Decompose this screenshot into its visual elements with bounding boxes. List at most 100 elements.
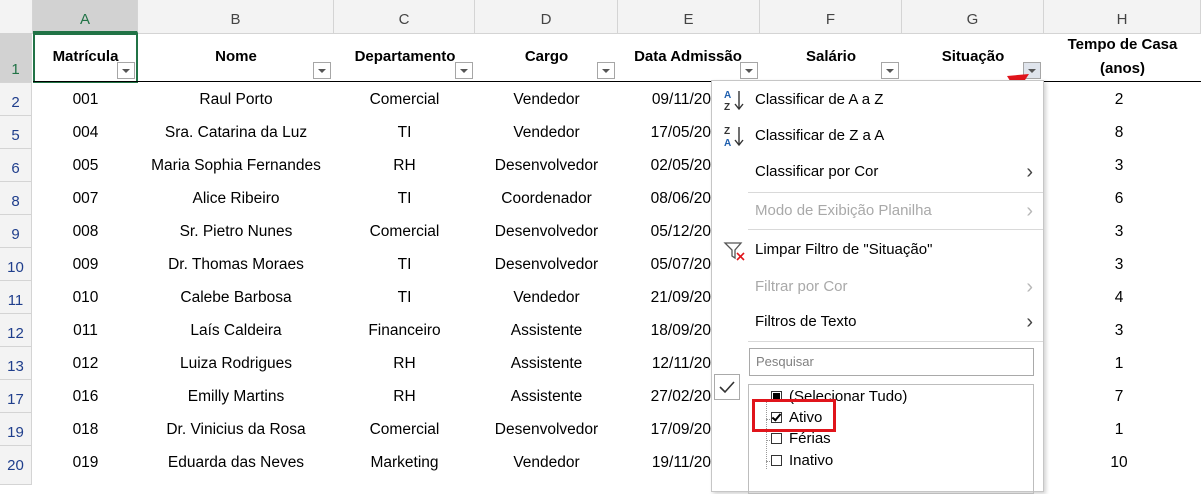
cell-tempo[interactable]: 8	[1044, 116, 1194, 149]
filter-dropdown-button[interactable]	[881, 62, 899, 79]
cell-tempo[interactable]: 4	[1044, 281, 1194, 314]
cell-matricula[interactable]: 010	[33, 281, 138, 314]
cell-cargo[interactable]: Assistente	[475, 314, 618, 347]
row-header[interactable]: 13	[0, 347, 32, 380]
cell-data-admissao[interactable]: 05/12/20	[618, 215, 711, 248]
cell-departamento[interactable]: RH	[334, 149, 475, 182]
cell-data-admissao[interactable]: 08/06/20	[618, 182, 711, 215]
column-header-f[interactable]: F	[760, 0, 902, 33]
cell-cargo[interactable]: Desenvolvedor	[475, 215, 618, 248]
cell-departamento[interactable]: RH	[334, 347, 475, 380]
cell-cargo[interactable]: Vendedor	[475, 116, 618, 149]
cell-nome[interactable]: Eduarda das Neves	[138, 446, 334, 479]
cell-tempo[interactable]: 2	[1044, 83, 1194, 116]
cell-data-admissao[interactable]: 02/05/20	[618, 149, 711, 182]
filter-dropdown-button[interactable]	[740, 62, 758, 79]
filter-dropdown-button[interactable]	[455, 62, 473, 79]
cell-nome[interactable]: Dr. Vinicius da Rosa	[138, 413, 334, 446]
cell-nome[interactable]: Calebe Barbosa	[138, 281, 334, 314]
cell-nome[interactable]: Luiza Rodrigues	[138, 347, 334, 380]
cell-cargo[interactable]: Assistente	[475, 347, 618, 380]
cell-nome[interactable]: Raul Porto	[138, 83, 334, 116]
header-tempo-line1[interactable]: Tempo de Casa	[1044, 36, 1201, 53]
list-item-ferias[interactable]: Férias	[771, 429, 831, 449]
row-header[interactable]: 17	[0, 380, 32, 413]
cell-nome[interactable]: Alice Ribeiro	[138, 182, 334, 215]
row-header[interactable]: 5	[0, 116, 32, 149]
column-header-a[interactable]: A	[33, 0, 138, 33]
cell-departamento[interactable]: Comercial	[334, 215, 475, 248]
menu-sort-a-z[interactable]: A Z Classificar de A a Z	[712, 82, 1043, 118]
cell-cargo[interactable]: Desenvolvedor	[475, 248, 618, 281]
cell-data-admissao[interactable]: 27/02/20	[618, 380, 711, 413]
cell-cargo[interactable]: Vendedor	[475, 281, 618, 314]
column-header-b[interactable]: B	[138, 0, 334, 33]
row-header[interactable]: 10	[0, 248, 32, 281]
cell-tempo[interactable]: 7	[1044, 380, 1194, 413]
filter-dropdown-button[interactable]	[117, 62, 135, 79]
checkbox-unchecked[interactable]	[771, 455, 782, 466]
cell-data-admissao[interactable]: 05/07/20	[618, 248, 711, 281]
row-header[interactable]: 9	[0, 215, 32, 248]
cell-nome[interactable]: Emilly Martins	[138, 380, 334, 413]
menu-clear-filter[interactable]: Limpar Filtro de "Situação"	[712, 232, 1043, 268]
row-header[interactable]: 20	[0, 446, 32, 485]
apply-check-box[interactable]	[714, 374, 740, 400]
row-header[interactable]: 2	[0, 83, 32, 116]
column-header-c[interactable]: C	[334, 0, 475, 33]
cell-matricula[interactable]: 011	[33, 314, 138, 347]
cell-nome[interactable]: Dr. Thomas Moraes	[138, 248, 334, 281]
menu-sort-z-a[interactable]: Z A Classificar de Z a A	[712, 118, 1043, 154]
cell-departamento[interactable]: Marketing	[334, 446, 475, 479]
cell-tempo[interactable]: 1	[1044, 347, 1194, 380]
cell-tempo[interactable]: 3	[1044, 314, 1194, 347]
cell-cargo[interactable]: Coordenador	[475, 182, 618, 215]
row-header[interactable]: 8	[0, 182, 32, 215]
cell-data-admissao[interactable]: 09/11/20	[618, 83, 711, 116]
cell-data-admissao[interactable]: 18/09/20	[618, 314, 711, 347]
cell-data-admissao[interactable]: 17/05/20	[618, 116, 711, 149]
cell-matricula[interactable]: 018	[33, 413, 138, 446]
list-item-inativo[interactable]: Inativo	[771, 451, 833, 471]
header-nome[interactable]: Nome	[138, 48, 334, 65]
cell-data-admissao[interactable]: 21/09/20	[618, 281, 711, 314]
column-header-g[interactable]: G	[902, 0, 1044, 33]
cell-cargo[interactable]: Assistente	[475, 380, 618, 413]
cell-nome[interactable]: Laís Caldeira	[138, 314, 334, 347]
row-header[interactable]: 1	[0, 33, 32, 83]
header-data-admissao[interactable]: Data Admissão	[624, 48, 752, 65]
header-departamento[interactable]: Departamento	[340, 48, 470, 65]
row-header[interactable]: 11	[0, 281, 32, 314]
cell-cargo[interactable]: Vendedor	[475, 83, 618, 116]
cell-matricula[interactable]: 008	[33, 215, 138, 248]
cell-matricula[interactable]: 009	[33, 248, 138, 281]
row-header[interactable]: 6	[0, 149, 32, 182]
cell-cargo[interactable]: Desenvolvedor	[475, 413, 618, 446]
cell-data-admissao[interactable]: 12/11/20	[618, 347, 711, 380]
cell-tempo[interactable]: 3	[1044, 149, 1194, 182]
cell-nome[interactable]: Sra. Catarina da Luz	[138, 116, 334, 149]
cell-tempo[interactable]: 6	[1044, 182, 1194, 215]
cell-departamento[interactable]: Financeiro	[334, 314, 475, 347]
menu-text-filters[interactable]: Filtros de Texto ›	[712, 304, 1043, 340]
cell-matricula[interactable]: 016	[33, 380, 138, 413]
select-all-corner[interactable]	[0, 0, 33, 33]
cell-tempo[interactable]: 3	[1044, 215, 1194, 248]
cell-data-admissao[interactable]: 17/09/20	[618, 413, 711, 446]
cell-departamento[interactable]: TI	[334, 281, 475, 314]
cell-departamento[interactable]: Comercial	[334, 413, 475, 446]
column-header-d[interactable]: D	[475, 0, 618, 33]
cell-nome[interactable]: Sr. Pietro Nunes	[138, 215, 334, 248]
cell-tempo[interactable]: 10	[1044, 446, 1194, 479]
cell-data-admissao[interactable]: 19/11/20	[618, 446, 711, 479]
cell-cargo[interactable]: Vendedor	[475, 446, 618, 479]
cell-nome[interactable]: Maria Sophia Fernandes	[138, 149, 334, 182]
cell-departamento[interactable]: TI	[334, 248, 475, 281]
cell-cargo[interactable]: Desenvolvedor	[475, 149, 618, 182]
checkbox-unchecked[interactable]	[771, 433, 782, 444]
cell-matricula[interactable]: 001	[33, 83, 138, 116]
cell-matricula[interactable]: 019	[33, 446, 138, 479]
filter-dropdown-button[interactable]	[597, 62, 615, 79]
cell-matricula[interactable]: 004	[33, 116, 138, 149]
filter-dropdown-button[interactable]	[313, 62, 331, 79]
